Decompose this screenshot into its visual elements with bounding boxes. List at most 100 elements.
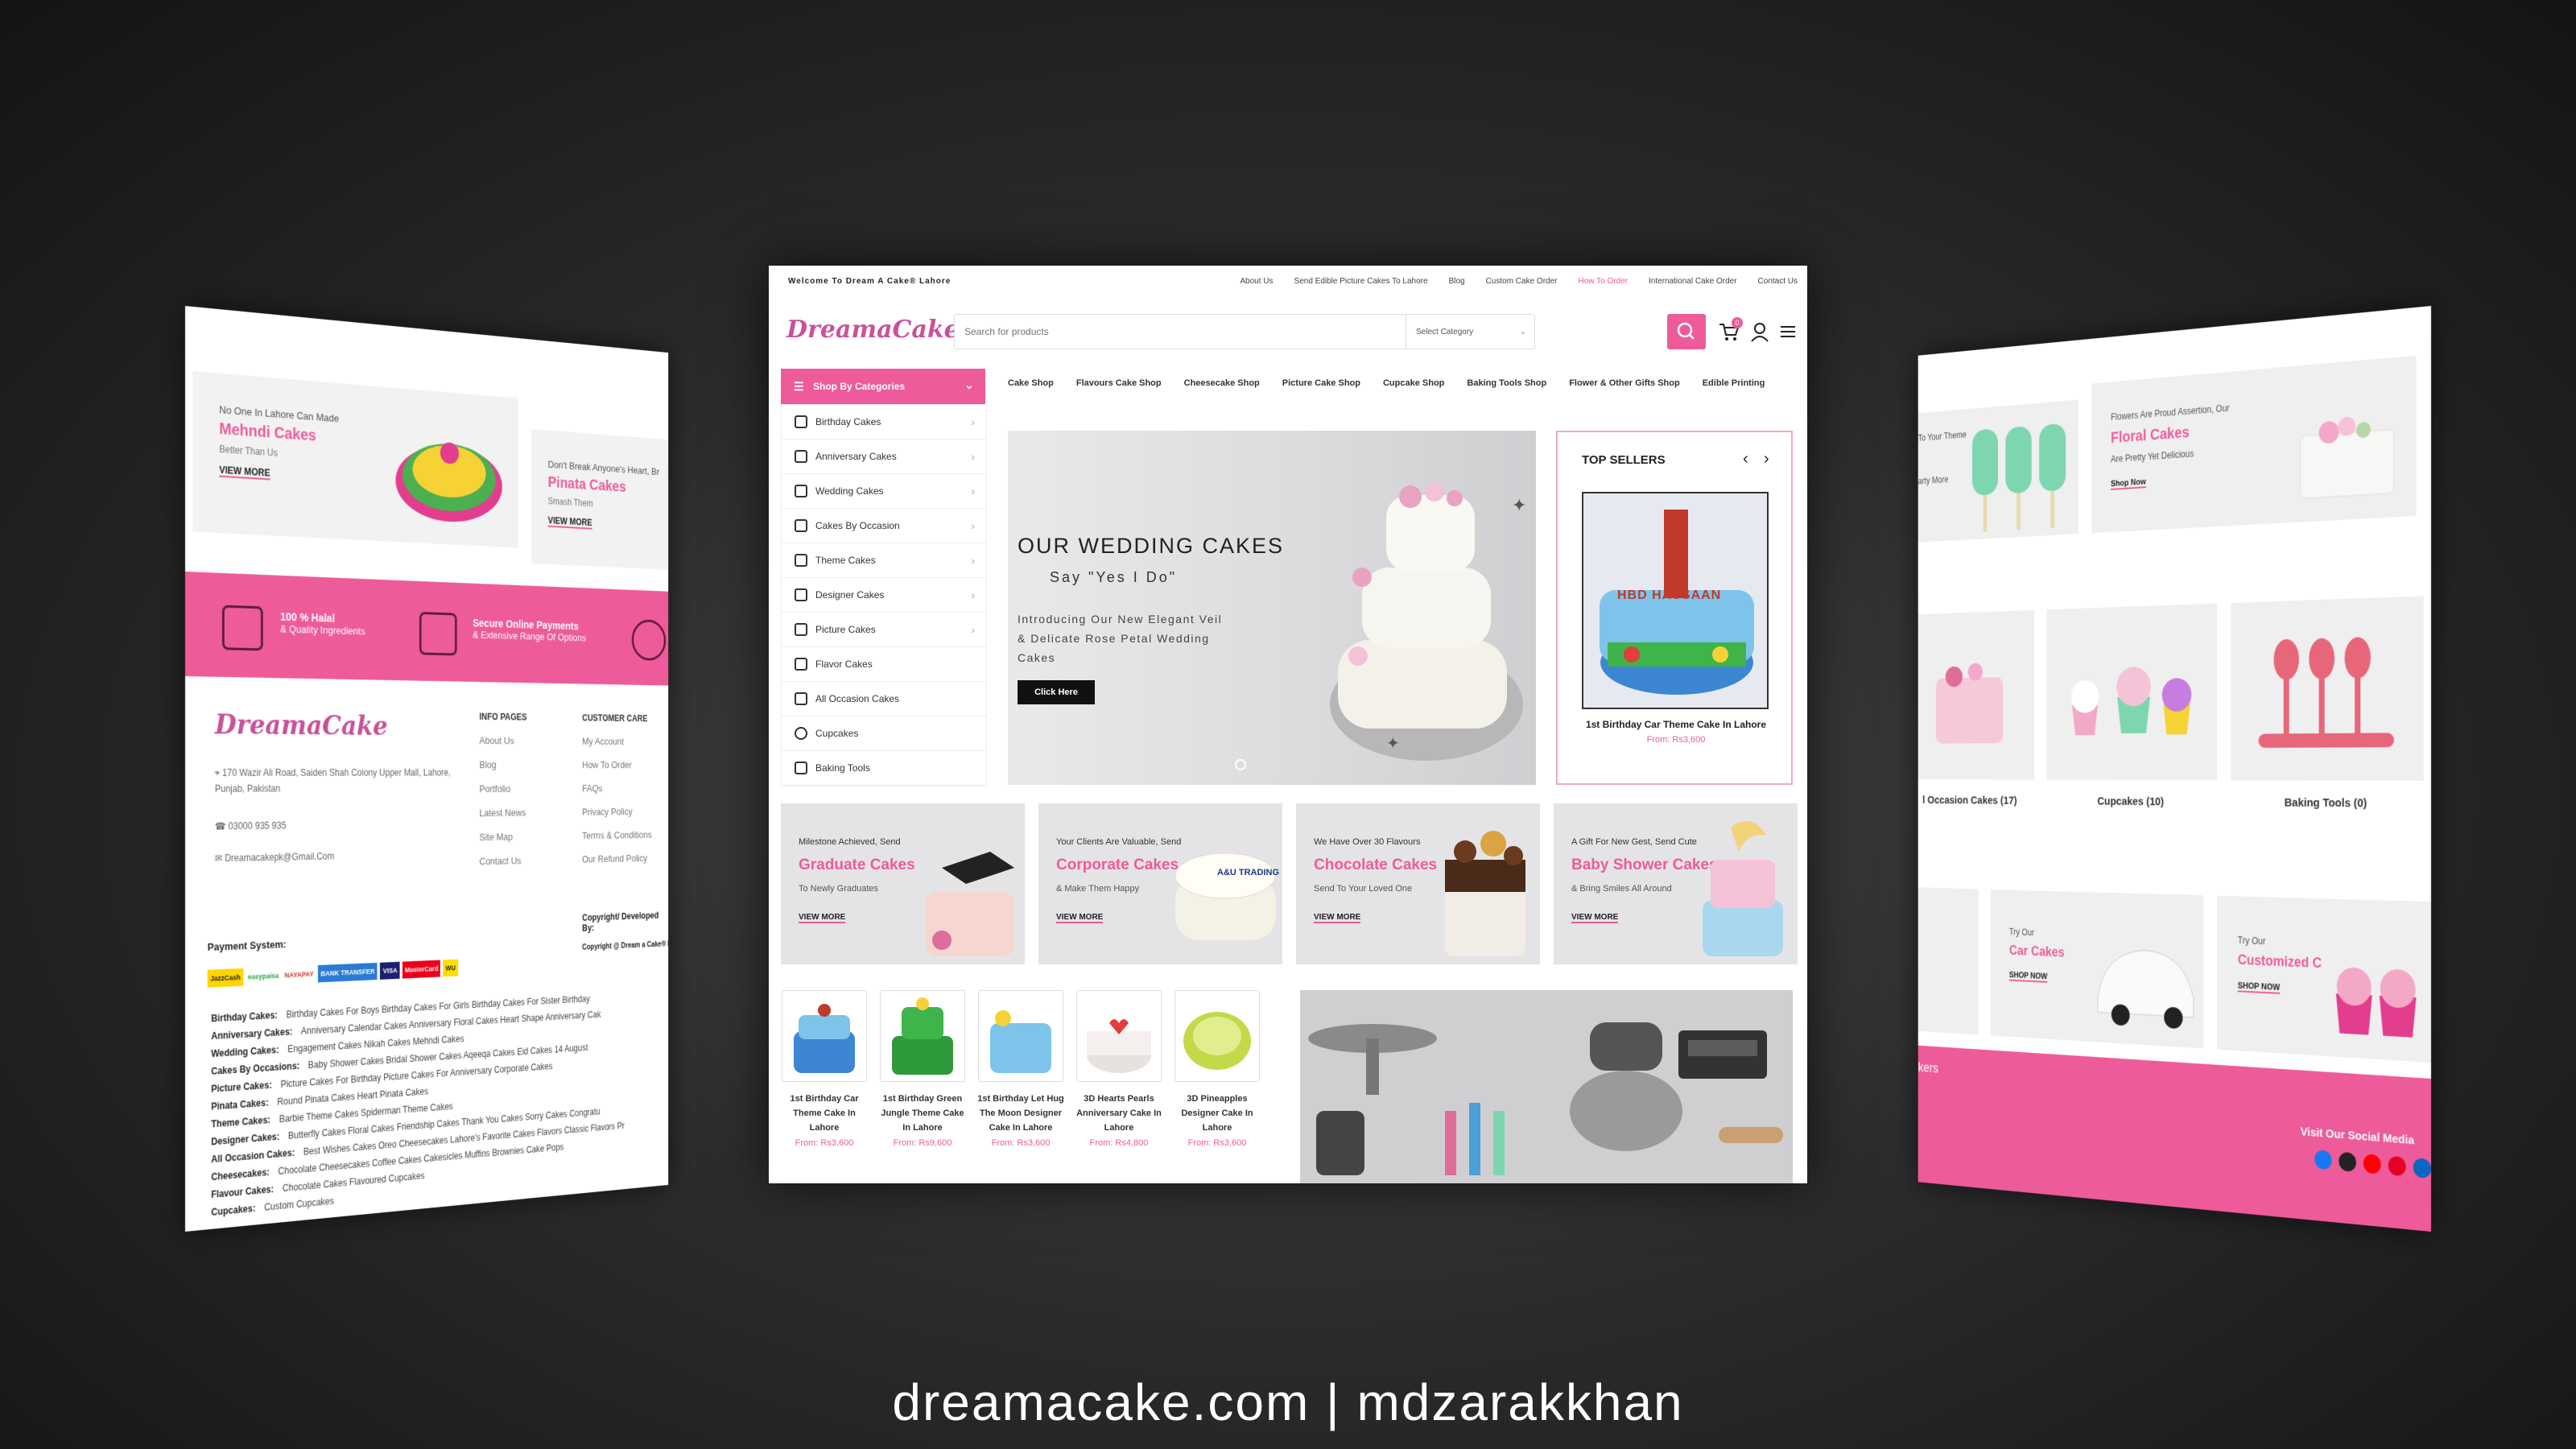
- slider-dot[interactable]: [1291, 761, 1298, 767]
- car-cakes-promo[interactable]: Try Our Car Cakes SHOP NOW: [1991, 890, 2204, 1049]
- sidebar-item-baking-tools[interactable]: Baking Tools: [782, 751, 986, 786]
- product-card[interactable]: 3D Pineapples Designer Cake In Lahore Fr…: [1174, 990, 1261, 1148]
- top-link-custom-order[interactable]: Custom Cake Order: [1486, 277, 1558, 286]
- top-link-picture-cakes[interactable]: Send Edible Picture Cakes To Lahore: [1294, 277, 1428, 286]
- footer-link[interactable]: Contact Us: [479, 848, 526, 873]
- product-name[interactable]: 3D Pineapples Designer Cake In Lahore: [1174, 1092, 1261, 1135]
- shop-now-link[interactable]: Shop Now: [2111, 477, 2146, 490]
- facebook-icon[interactable]: [2314, 1150, 2331, 1170]
- view-more-link[interactable]: VIEW MORE: [799, 913, 845, 923]
- top-link-contact[interactable]: Contact Us: [1758, 277, 1798, 286]
- search-button[interactable]: [1667, 314, 1706, 349]
- top-link-about[interactable]: About Us: [1240, 277, 1273, 286]
- search-input[interactable]: [963, 321, 1417, 342]
- shop-now-link[interactable]: SHOP NOW: [2009, 971, 2047, 983]
- pinata-cakes-promo[interactable]: Don't Break Anyone's Heart, Br Pinata Ca…: [531, 429, 668, 571]
- sidebar-item-picture-cakes[interactable]: Picture Cakes ›: [782, 613, 986, 647]
- chevron-right-icon[interactable]: ›: [1764, 450, 1769, 469]
- sidebar-item-wedding-cakes[interactable]: Wedding Cakes ›: [782, 474, 986, 509]
- footer-link[interactable]: Latest News: [479, 801, 526, 825]
- linkedin-icon[interactable]: [2413, 1158, 2431, 1179]
- footer-link[interactable]: Blog: [479, 753, 526, 777]
- cart-button[interactable]: 0: [1717, 320, 1741, 347]
- top-seller-name[interactable]: 1st Birthday Car Theme Cake In Lahore: [1574, 719, 1778, 730]
- graduate-cakes-promo[interactable]: Milestone Achieved, Send Graduate Cakes …: [781, 803, 1025, 964]
- product-image[interactable]: [1174, 990, 1260, 1082]
- top-link-international[interactable]: International Cake Order: [1649, 277, 1737, 286]
- pinterest-icon[interactable]: [2388, 1156, 2406, 1177]
- baking-tools-banner[interactable]: [1300, 990, 1793, 1183]
- category-label[interactable]: Baking Tools (0): [2231, 796, 2423, 811]
- footer-link[interactable]: Portfolio: [479, 777, 526, 801]
- chevron-left-icon[interactable]: ‹: [1743, 450, 1748, 469]
- view-more-link[interactable]: VIEW MORE: [548, 515, 592, 530]
- occasion-cakes-card[interactable]: [1918, 610, 2034, 780]
- sidebar-item-cakes-by-occasion[interactable]: Cakes By Occasion ›: [782, 509, 986, 543]
- shop-now-link[interactable]: SHOP NOW: [2238, 981, 2280, 994]
- product-image[interactable]: [978, 990, 1063, 1082]
- category-links[interactable]: Custom Cupcakes: [264, 1195, 334, 1213]
- product-name[interactable]: 3D Hearts Pearls Anniversary Cake In Lah…: [1075, 1092, 1162, 1135]
- sidebar-item-all-occasion-cakes[interactable]: All Occasion Cakes: [782, 682, 986, 716]
- nav-edible-printing[interactable]: Edible Printing: [1703, 378, 1765, 388]
- menu-icon[interactable]: [1778, 322, 1798, 341]
- corporate-cakes-promo[interactable]: Your Clients Are Valuable, Send Corporat…: [1038, 803, 1282, 964]
- shop-by-categories-button[interactable]: ☰ Shop By Categories ⌄: [781, 369, 985, 404]
- product-image[interactable]: [880, 990, 965, 1082]
- view-more-link[interactable]: VIEW MORE: [1314, 913, 1360, 923]
- floral-cakes-promo[interactable]: Flowers Are Proud Assertion, Our Floral …: [2091, 356, 2417, 534]
- baking-tools-card[interactable]: [2231, 596, 2423, 781]
- youtube-icon[interactable]: [2363, 1154, 2381, 1174]
- view-more-link[interactable]: VIEW MORE: [1056, 913, 1103, 923]
- sidebar-item-anniversary-cakes[interactable]: Anniversary Cakes ›: [782, 440, 986, 474]
- nav-flavours-cake-shop[interactable]: Flavours Cake Shop: [1076, 378, 1162, 388]
- footer-email[interactable]: ✉ Dreamacakepk@Gmail.Com: [215, 851, 334, 865]
- view-more-link[interactable]: VIEW MORE: [1571, 913, 1618, 923]
- instagram-icon[interactable]: [2339, 1152, 2355, 1172]
- theme-cakes-promo[interactable]: To Your Theme arty More: [1918, 399, 2079, 543]
- top-seller-image[interactable]: HBD HASSAAN: [1582, 492, 1769, 709]
- sidebar-item-flavor-cakes[interactable]: Flavor Cakes: [782, 647, 986, 682]
- product-name[interactable]: 1st Birthday Let Hug The Moon Designer C…: [977, 1092, 1064, 1135]
- slider-dot[interactable]: [1265, 761, 1272, 767]
- mehndi-cakes-promo[interactable]: No One In Lahore Can Made Mehndi Cakes B…: [192, 371, 518, 548]
- product-name[interactable]: 1st Birthday Car Theme Cake In Lahore: [781, 1092, 868, 1135]
- nav-cake-shop[interactable]: Cake Shop: [1008, 378, 1054, 388]
- footer-link[interactable]: About Us: [479, 729, 526, 753]
- product-name[interactable]: 1st Birthday Green Jungle Theme Cake In …: [879, 1092, 966, 1135]
- sidebar-item-theme-cakes[interactable]: Theme Cakes ›: [782, 543, 986, 578]
- site-logo[interactable]: DreamaCake: [786, 316, 960, 344]
- product-image[interactable]: [1076, 990, 1162, 1082]
- top-link-blog[interactable]: Blog: [1449, 277, 1465, 286]
- nav-cheesecake-shop[interactable]: Cheesecake Shop: [1184, 378, 1260, 388]
- footer-link[interactable]: How To Order: [582, 753, 651, 777]
- footer-phone[interactable]: ☎ 03000 935 935: [215, 820, 287, 832]
- nav-picture-cake-shop[interactable]: Picture Cake Shop: [1282, 378, 1360, 388]
- user-icon[interactable]: [1749, 320, 1770, 343]
- product-card[interactable]: 3D Hearts Pearls Anniversary Cake In Lah…: [1075, 990, 1162, 1148]
- product-card[interactable]: 1st Birthday Let Hug The Moon Designer C…: [977, 990, 1064, 1148]
- footer-link[interactable]: FAQs: [582, 777, 651, 801]
- category-label[interactable]: Cupcakes (10): [2047, 795, 2218, 808]
- product-card[interactable]: 1st Birthday Green Jungle Theme Cake In …: [879, 990, 966, 1148]
- footer-link[interactable]: Terms & Conditions: [582, 824, 651, 848]
- hero-click-here-button[interactable]: Click Here: [1018, 680, 1095, 704]
- slider-dot-active[interactable]: [1235, 759, 1246, 770]
- product-image[interactable]: [782, 990, 867, 1082]
- sidebar-item-designer-cakes[interactable]: Designer Cakes ›: [782, 578, 986, 613]
- cupcakes-card[interactable]: [2047, 604, 2218, 781]
- nav-baking-tools-shop[interactable]: Baking Tools Shop: [1467, 378, 1546, 388]
- customized-cakes-promo[interactable]: Try Our Customized C SHOP NOW: [2217, 896, 2431, 1063]
- sidebar-item-birthday-cakes[interactable]: Birthday Cakes ›: [782, 405, 986, 440]
- chocolate-cakes-promo[interactable]: We Have Over 30 Flavours Chocolate Cakes…: [1296, 803, 1540, 964]
- footer-logo[interactable]: DreamaCake: [215, 708, 388, 741]
- category-label[interactable]: l Occasion Cakes (17): [1918, 794, 2034, 807]
- product-card[interactable]: 1st Birthday Car Theme Cake In Lahore Fr…: [781, 990, 868, 1148]
- view-more-link[interactable]: VIEW MORE: [219, 464, 270, 481]
- category-select[interactable]: Select Category ⌄: [1406, 315, 1534, 349]
- top-link-how-to-order[interactable]: How To Order: [1579, 277, 1629, 286]
- sidebar-item-cupcakes[interactable]: Cupcakes: [782, 716, 986, 751]
- footer-link[interactable]: Site Map: [479, 825, 526, 850]
- slider-dot[interactable]: [1278, 761, 1285, 767]
- nav-cupcake-shop[interactable]: Cupcake Shop: [1383, 378, 1444, 388]
